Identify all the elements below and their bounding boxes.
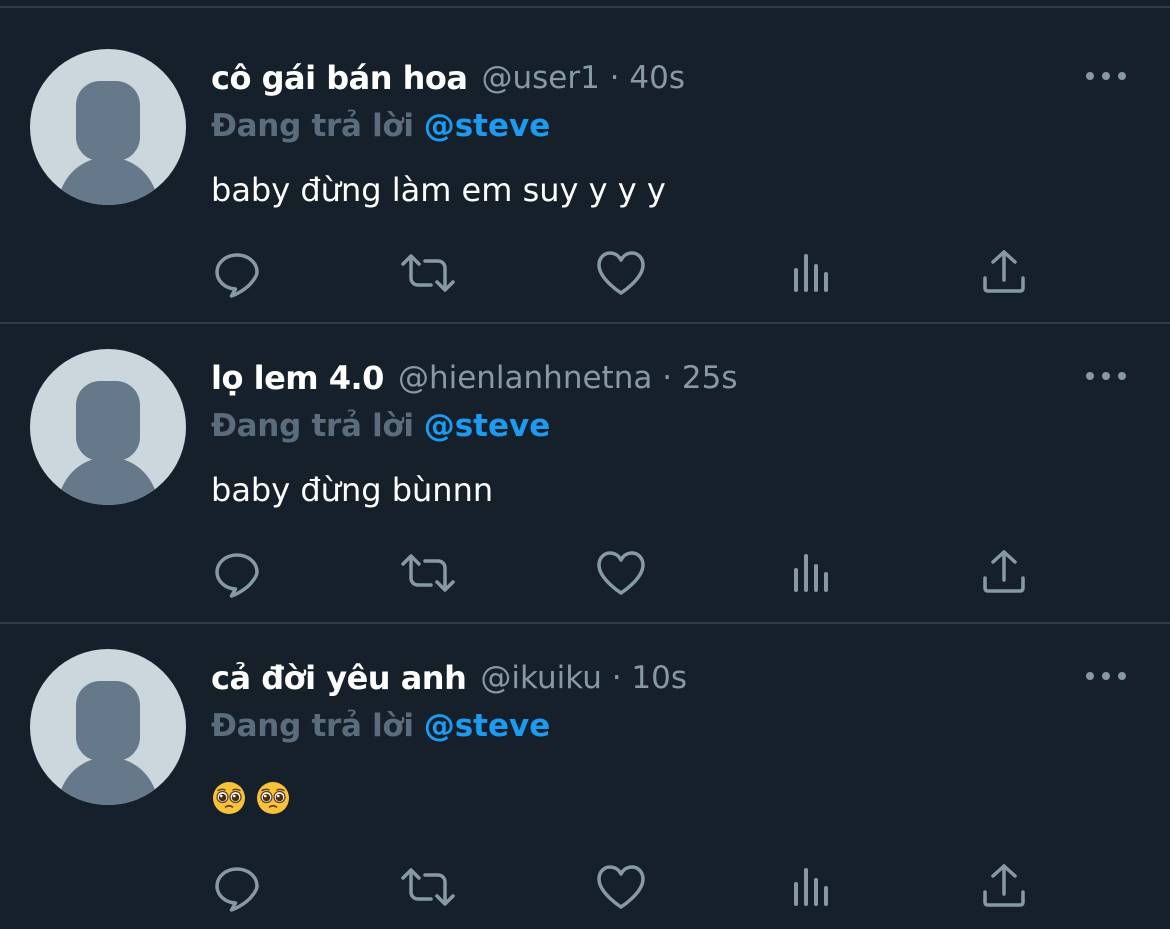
reply-icon[interactable] bbox=[210, 860, 264, 914]
tweet-text: baby đừng làm em suy y y y bbox=[211, 171, 666, 209]
share-icon[interactable] bbox=[977, 546, 1031, 600]
retweet-icon[interactable] bbox=[401, 860, 455, 914]
action-bar bbox=[0, 546, 1170, 606]
action-bar bbox=[0, 860, 1170, 920]
analytics-icon[interactable] bbox=[786, 546, 840, 600]
replying-to: Đang trả lời @steve bbox=[211, 404, 550, 448]
tweet-header: cô gái bán hoa @user1 · 40s bbox=[211, 56, 685, 100]
display-name[interactable]: cả đời yêu anh bbox=[211, 659, 467, 697]
action-bar bbox=[0, 246, 1170, 306]
reply-prefix: Đang trả lời bbox=[211, 708, 414, 744]
more-icon[interactable] bbox=[1086, 64, 1126, 88]
tweet[interactable]: lọ lem 4.0 @hienlanhnetna · 25s Đang trả… bbox=[0, 300, 1170, 600]
avatar[interactable] bbox=[30, 49, 186, 205]
tweet[interactable]: cả đời yêu anh @ikuiku · 10s Đang trả lờ… bbox=[0, 600, 1170, 929]
mention-link[interactable]: @steve bbox=[424, 708, 551, 744]
tweet-text bbox=[211, 780, 291, 816]
tweet-header: lọ lem 4.0 @hienlanhnetna · 25s bbox=[211, 356, 738, 400]
share-icon[interactable] bbox=[977, 860, 1031, 914]
handle-and-time[interactable]: @ikuiku · 10s bbox=[480, 660, 687, 696]
avatar[interactable] bbox=[30, 349, 186, 505]
analytics-icon[interactable] bbox=[786, 860, 840, 914]
like-icon[interactable] bbox=[594, 546, 648, 600]
tweet[interactable]: cô gái bán hoa @user1 · 40s Đang trả lời… bbox=[0, 0, 1170, 300]
retweet-icon[interactable] bbox=[401, 246, 455, 300]
pleading-face-emoji bbox=[213, 782, 245, 814]
reply-icon[interactable] bbox=[210, 246, 264, 300]
more-icon[interactable] bbox=[1086, 364, 1126, 388]
mention-link[interactable]: @steve bbox=[424, 408, 551, 444]
tweet-text: baby đừng bùnnn bbox=[211, 471, 494, 509]
replying-to: Đang trả lời @steve bbox=[211, 704, 550, 748]
display-name[interactable]: lọ lem 4.0 bbox=[211, 359, 384, 397]
reply-icon[interactable] bbox=[210, 546, 264, 600]
like-icon[interactable] bbox=[594, 860, 648, 914]
handle-and-time[interactable]: @hienlanhnetna · 25s bbox=[398, 360, 738, 396]
display-name[interactable]: cô gái bán hoa bbox=[211, 59, 468, 97]
reply-prefix: Đang trả lời bbox=[211, 108, 414, 144]
more-icon[interactable] bbox=[1086, 664, 1126, 688]
analytics-icon[interactable] bbox=[786, 246, 840, 300]
replying-to: Đang trả lời @steve bbox=[211, 104, 550, 148]
share-icon[interactable] bbox=[977, 246, 1031, 300]
handle-and-time[interactable]: @user1 · 40s bbox=[481, 60, 685, 96]
like-icon[interactable] bbox=[594, 246, 648, 300]
tweet-header: cả đời yêu anh @ikuiku · 10s bbox=[211, 656, 687, 700]
pleading-face-emoji bbox=[257, 782, 289, 814]
retweet-icon[interactable] bbox=[401, 546, 455, 600]
mention-link[interactable]: @steve bbox=[424, 108, 551, 144]
reply-prefix: Đang trả lời bbox=[211, 408, 414, 444]
avatar[interactable] bbox=[30, 649, 186, 805]
